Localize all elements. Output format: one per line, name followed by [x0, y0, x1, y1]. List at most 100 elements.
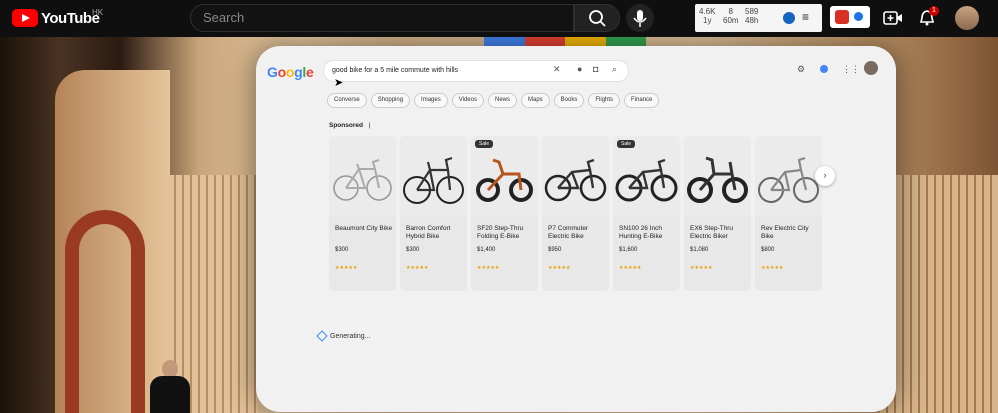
product-name: P7 Commuter Electric Bike: [548, 225, 589, 240]
chip-images[interactable]: Images: [414, 93, 448, 108]
stat-value: 8: [728, 7, 733, 16]
mic-icon: [633, 10, 647, 27]
youtube-play-icon: [12, 9, 38, 27]
product-price: $1,080: [690, 247, 709, 253]
product-price: $1,400: [477, 247, 496, 253]
rating-stars-icon: ★★★★★: [335, 265, 358, 271]
stat-value: 4.6K: [699, 7, 716, 16]
product-card[interactable]: Beaumont City Bike $300 ★★★★★: [329, 136, 396, 291]
chip-finance[interactable]: Finance: [624, 93, 660, 108]
product-price: $300: [406, 247, 420, 253]
mouse-cursor-icon: ➤: [334, 77, 344, 89]
product-price: $950: [548, 247, 562, 253]
chip-maps[interactable]: Maps: [521, 93, 550, 108]
chip-videos[interactable]: Videos: [451, 93, 484, 108]
product-card[interactable]: Sale SN100 26 Inch Hunting E-Bike $1,600…: [613, 136, 680, 291]
rating-stars-icon: ★★★★★: [477, 265, 500, 271]
product-name: Barron Comfort Hybrid Bike: [406, 225, 451, 240]
product-price: $1,600: [619, 247, 638, 253]
stat-likes: 8 60m: [723, 7, 739, 25]
bike-image: [684, 136, 751, 216]
bike-image: [329, 136, 396, 216]
chip-flights[interactable]: Flights: [588, 93, 621, 108]
settings-icon[interactable]: ⚙: [797, 64, 805, 75]
apps-icon[interactable]: ⋮⋮: [842, 64, 860, 75]
product-card[interactable]: P7 Commuter Electric Bike $950 ★★★★★: [542, 136, 609, 291]
stage-arch: [65, 210, 145, 413]
stage-slats-right: [880, 175, 998, 413]
product-card[interactable]: Barron Comfort Hybrid Bike $300 ★★★★★: [400, 136, 467, 291]
carousel-next-button[interactable]: ›: [815, 166, 835, 186]
stat-comments: 589 48h: [745, 7, 758, 25]
chip-news[interactable]: News: [487, 93, 517, 108]
product-price: $300: [335, 247, 349, 253]
stat-value: 589: [745, 7, 759, 16]
presenter-body: [150, 376, 190, 413]
sale-badge: Sale: [617, 140, 636, 148]
youtube-logo[interactable]: YouTube HK: [12, 8, 103, 27]
youtube-search-input[interactable]: Search: [190, 4, 574, 32]
labs-icon[interactable]: [820, 65, 828, 73]
product-name: SF20 Step-Thru Folding E-Bike: [477, 225, 524, 240]
search-chips: Converse Shopping Images Videos News Map…: [327, 93, 660, 108]
chip-books[interactable]: Books: [553, 93, 585, 108]
rating-stars-icon: ★★★★★: [761, 265, 784, 271]
youtube-masthead: YouTube HK Search 4.6K 1y 8 60m 589 48h ≡ 1: [0, 0, 998, 37]
sparkle-icon: [316, 330, 328, 342]
sale-badge: Sale: [475, 140, 494, 148]
ai-generating-status: Generating...: [316, 330, 371, 342]
sponsored-separator: |: [368, 122, 371, 129]
user-avatar[interactable]: [955, 6, 979, 30]
extension-icon: [835, 10, 849, 24]
search-icon[interactable]: ⌕: [612, 64, 617, 75]
status-dot-icon: [854, 12, 863, 21]
rating-stars-icon: ★★★★★: [548, 265, 571, 271]
stat-period: 1y: [703, 16, 712, 25]
region-code: HK: [92, 8, 104, 17]
create-button[interactable]: [883, 9, 903, 27]
google-search-input[interactable]: good bike for a 5 mile commute with hill…: [323, 60, 629, 82]
bike-image: [755, 136, 822, 216]
lens-icon[interactable]: ◘: [593, 64, 598, 74]
youtube-wordmark: YouTube: [41, 9, 100, 27]
bike-image: [542, 136, 609, 216]
menu-icon[interactable]: ≡: [802, 10, 809, 24]
product-name: Rev Electric City Bike: [761, 225, 809, 240]
rating-stars-icon: ★★★★★: [406, 265, 429, 271]
video-plus-icon: [883, 11, 902, 25]
stats-extension[interactable]: 4.6K 1y 8 60m 589 48h ≡: [695, 4, 822, 32]
chip-shopping[interactable]: Shopping: [370, 93, 411, 108]
account-avatar[interactable]: [864, 61, 878, 75]
stat-views: 4.6K 1y: [699, 7, 715, 25]
google-search-screen: Google good bike for a 5 mile commute wi…: [256, 46, 896, 412]
bike-image: [471, 136, 538, 216]
product-price: $800: [761, 247, 775, 253]
presenter: [146, 360, 192, 413]
generating-text: Generating...: [330, 333, 371, 340]
product-name: SN100 26 Inch Hunting E-Bike: [619, 225, 663, 240]
product-card[interactable]: EX6 Step-Thru Electric Biker $1,080 ★★★★…: [684, 136, 751, 291]
notification-badge: 1: [929, 6, 939, 16]
search-icon: [589, 10, 606, 27]
product-name: EX6 Step-Thru Electric Biker: [690, 225, 733, 240]
voice-search-button[interactable]: [626, 4, 654, 32]
chip-converse[interactable]: Converse: [327, 93, 367, 108]
product-name: Beaumont City Bike: [335, 225, 393, 232]
product-card[interactable]: Sale SF20 Step-Thru Folding E-Bike $1,40…: [471, 136, 538, 291]
sponsored-text: Sponsored: [329, 122, 363, 129]
stat-period: 60m: [723, 16, 739, 25]
bike-image: [613, 136, 680, 216]
rating-stars-icon: ★★★★★: [619, 265, 642, 271]
bike-image: [400, 136, 467, 216]
mic-icon[interactable]: ●: [577, 64, 582, 74]
stat-period: 48h: [745, 16, 759, 25]
product-card[interactable]: Rev Electric City Bike $800 ★★★★★: [755, 136, 822, 291]
rating-stars-icon: ★★★★★: [690, 265, 713, 271]
product-carousel: Beaumont City Bike $300 ★★★★★ Barron Com…: [329, 136, 822, 291]
second-extension[interactable]: [830, 6, 870, 28]
youtube-search-button[interactable]: [574, 4, 620, 32]
google-logo: Google: [267, 64, 314, 80]
extension-logo-icon: [783, 12, 795, 24]
sponsored-label: Sponsored |: [329, 122, 370, 129]
clear-icon[interactable]: ✕: [553, 64, 561, 75]
